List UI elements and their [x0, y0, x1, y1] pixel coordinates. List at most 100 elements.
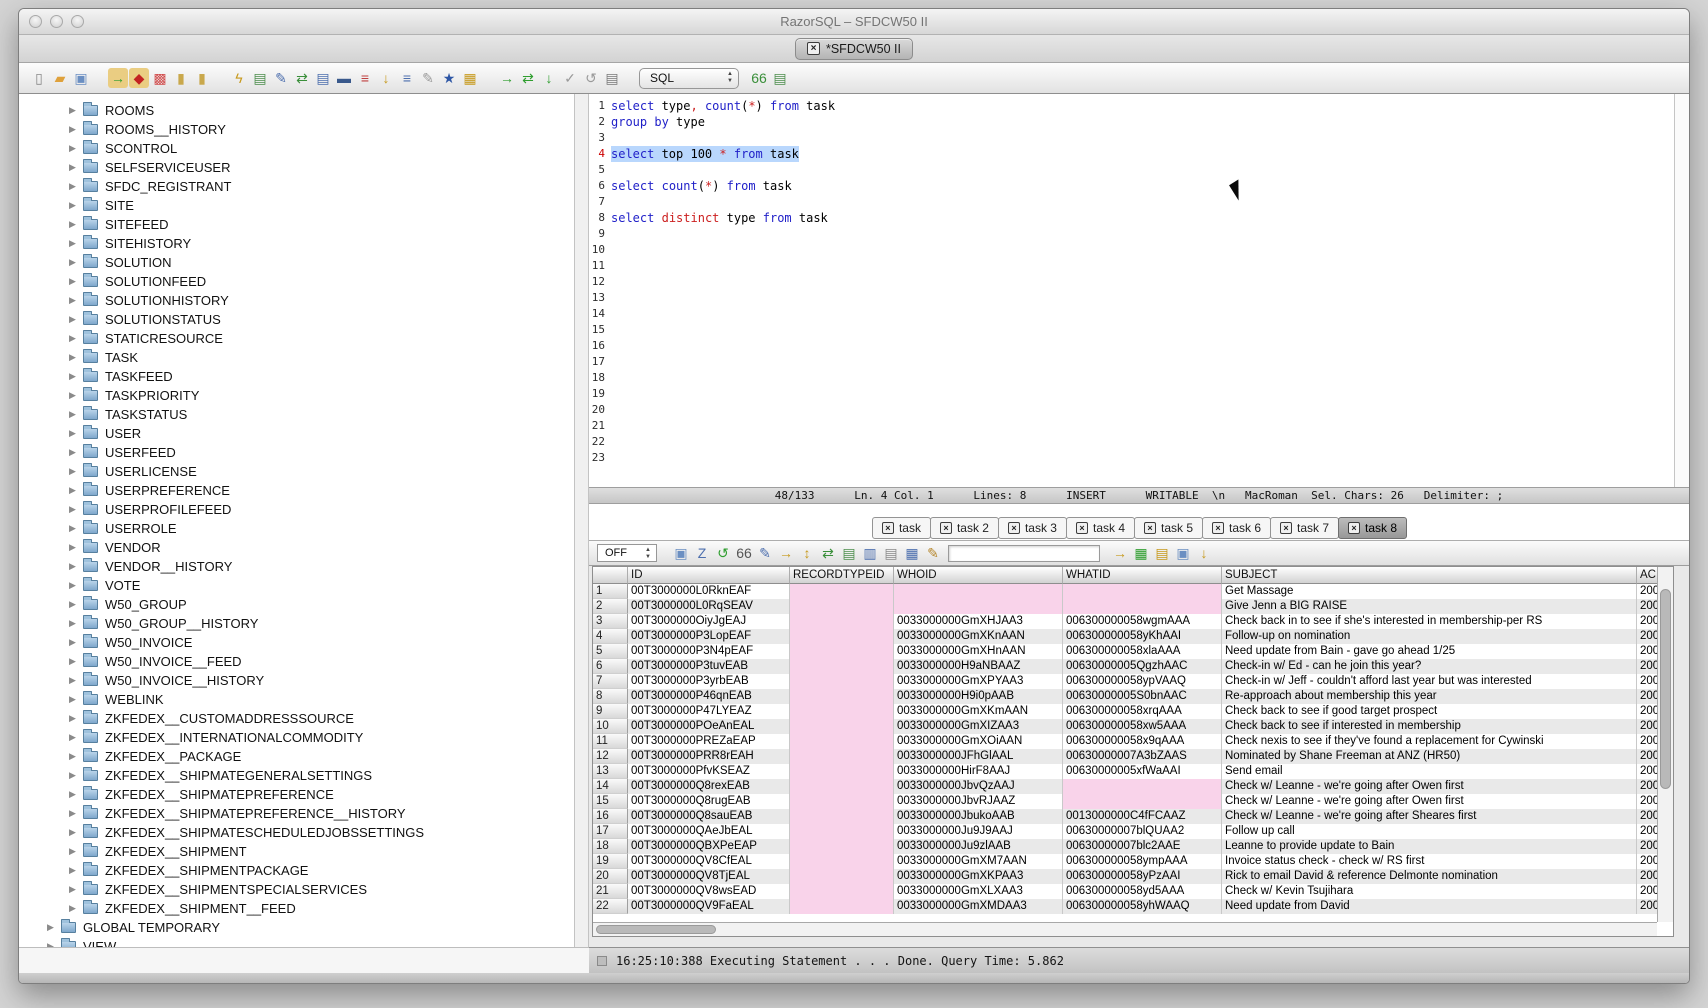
- form-view-icon[interactable]: ▥: [860, 543, 880, 563]
- cell[interactable]: 006300000058ympAAA: [1063, 854, 1222, 869]
- cell[interactable]: 0033000000JFhGlAAL: [894, 749, 1063, 764]
- cell[interactable]: [790, 764, 894, 779]
- tree-item[interactable]: ▶VENDOR__HISTORY: [19, 557, 574, 576]
- tree-item[interactable]: ▶GLOBAL TEMPORARY: [19, 918, 574, 937]
- tree-item[interactable]: ▶W50_GROUP: [19, 595, 574, 614]
- cell[interactable]: Rick to email David & reference Delmonte…: [1222, 869, 1637, 884]
- disclosure-triangle-icon[interactable]: ▶: [69, 865, 83, 876]
- grid-options-icon[interactable]: ▤: [839, 543, 859, 563]
- refresh-table-icon[interactable]: ⇄: [292, 68, 312, 88]
- results-tab[interactable]: ×task 2: [930, 517, 999, 539]
- cell[interactable]: [790, 614, 894, 629]
- cell[interactable]: 2008: [1637, 824, 1659, 839]
- cell[interactable]: 2008: [1637, 719, 1659, 734]
- tree-item[interactable]: ▶VOTE: [19, 576, 574, 595]
- table-row[interactable]: 1100T3000000PREZaEAP0033000000GmXOiAAN00…: [593, 734, 1673, 749]
- cell[interactable]: Check back in to see if she's interested…: [1222, 614, 1637, 629]
- column-header[interactable]: SUBJECT: [1222, 567, 1637, 584]
- cell[interactable]: [790, 629, 894, 644]
- disclosure-triangle-icon[interactable]: ▶: [69, 257, 83, 268]
- format-sql-icon[interactable]: ≡: [397, 68, 417, 88]
- tree-item[interactable]: ▶ZKFEDEX__SHIPMENT__FEED: [19, 899, 574, 918]
- cell[interactable]: 0033000000GmXM7AAN: [894, 854, 1063, 869]
- cell[interactable]: 2008: [1637, 749, 1659, 764]
- table-row[interactable]: 1000T3000000POeAnEAL0033000000GmXIZAA300…: [593, 719, 1673, 734]
- cell[interactable]: 00630000005xfWaAAI: [1063, 764, 1222, 779]
- tree-item[interactable]: ▶ZKFEDEX__SHIPMATESCHEDULEDJOBSSETTINGS: [19, 823, 574, 842]
- scrollbar-thumb[interactable]: [1660, 589, 1671, 789]
- cell[interactable]: 0033000000GmXMDAA3: [894, 899, 1063, 914]
- results-tab[interactable]: ×task 3: [998, 517, 1067, 539]
- table-row[interactable]: 600T3000000P3tuvEAB0033000000H9aNBAAZ006…: [593, 659, 1673, 674]
- reexecute-icon[interactable]: ⇄: [518, 68, 538, 88]
- cell[interactable]: 0033000000HirF8AAJ: [894, 764, 1063, 779]
- save-results-icon[interactable]: ▣: [671, 543, 691, 563]
- tree-item[interactable]: ▶USERPROFILEFEED: [19, 500, 574, 519]
- export-icon[interactable]: ▤: [1152, 543, 1172, 563]
- cell[interactable]: 0033000000H9i0pAAB: [894, 689, 1063, 704]
- cell[interactable]: 006300000058wgmAAA: [1063, 614, 1222, 629]
- save-grid-icon[interactable]: ▣: [1173, 543, 1193, 563]
- copy-results-icon[interactable]: ▤: [881, 543, 901, 563]
- cell[interactable]: 2008: [1637, 644, 1659, 659]
- close-tab-icon[interactable]: ×: [1008, 522, 1020, 534]
- cell[interactable]: [790, 779, 894, 794]
- cell[interactable]: Check back to see if interested in membe…: [1222, 719, 1637, 734]
- disclosure-triangle-icon[interactable]: ▶: [69, 371, 83, 382]
- close-tab-icon[interactable]: ×: [1280, 522, 1292, 534]
- cell[interactable]: [790, 734, 894, 749]
- cell[interactable]: 00T3000000QV9FaEAL: [628, 899, 790, 914]
- tree-item[interactable]: ▶USER: [19, 424, 574, 443]
- tree-item[interactable]: ▶SOLUTIONSTATUS: [19, 310, 574, 329]
- cell[interactable]: 0033000000GmXKPAA3: [894, 869, 1063, 884]
- table-row[interactable]: 1900T3000000QV8CfEAL0033000000GmXM7AAN00…: [593, 854, 1673, 869]
- tree-item[interactable]: ▶W50_INVOICE__FEED: [19, 652, 574, 671]
- tree-item[interactable]: ▶WEBLINK: [19, 690, 574, 709]
- cell[interactable]: 006300000058yd5AAA: [1063, 884, 1222, 899]
- history-icon[interactable]: ▤: [602, 68, 622, 88]
- cell[interactable]: [790, 824, 894, 839]
- cell[interactable]: 00T3000000P47LYEAZ: [628, 704, 790, 719]
- sql-editor[interactable]: 1select type, count(*) from task2group b…: [589, 94, 1689, 487]
- results-tab[interactable]: ×task 5: [1134, 517, 1203, 539]
- table-row[interactable]: 1700T3000000QAeJbEAL0033000000Ju9J9AAJ00…: [593, 824, 1673, 839]
- statement-type-select[interactable]: SQL ▲▼: [639, 68, 739, 89]
- cell[interactable]: [790, 599, 894, 614]
- cell[interactable]: Check w/ Kevin Tsujihara: [1222, 884, 1637, 899]
- tree-item[interactable]: ▶USERFEED: [19, 443, 574, 462]
- disclosure-triangle-icon[interactable]: ▶: [69, 238, 83, 249]
- cell[interactable]: 00T3000000P3LopEAF: [628, 629, 790, 644]
- cell[interactable]: 00T3000000PREZaEAP: [628, 734, 790, 749]
- disclosure-triangle-icon[interactable]: ▶: [69, 770, 83, 781]
- cell[interactable]: 2008: [1637, 674, 1659, 689]
- database-icon[interactable]: ▮: [192, 68, 212, 88]
- cell[interactable]: 00T3000000Q8rexEAB: [628, 779, 790, 794]
- docs-book-icon[interactable]: ▬: [334, 68, 354, 88]
- column-header[interactable]: AC: [1637, 567, 1659, 584]
- tree-item[interactable]: ▶ZKFEDEX__SHIPMENTPACKAGE: [19, 861, 574, 880]
- cell[interactable]: 0033000000GmXKnAAN: [894, 629, 1063, 644]
- cell[interactable]: 0033000000GmXKmAAN: [894, 704, 1063, 719]
- download-icon[interactable]: ↓: [1194, 543, 1214, 563]
- disclosure-triangle-icon[interactable]: ▶: [69, 846, 83, 857]
- cell[interactable]: Need update from David: [1222, 899, 1637, 914]
- cell[interactable]: 2008: [1637, 704, 1659, 719]
- tree-item[interactable]: ▶TASKPRIORITY: [19, 386, 574, 405]
- new-file-icon[interactable]: ▯: [29, 68, 49, 88]
- cell[interactable]: 2008: [1637, 659, 1659, 674]
- disclosure-triangle-icon[interactable]: ▶: [69, 580, 83, 591]
- close-tab-icon[interactable]: ×: [807, 42, 820, 55]
- cell[interactable]: [790, 719, 894, 734]
- cell[interactable]: 2008: [1637, 839, 1659, 854]
- disclosure-triangle-icon[interactable]: ▶: [69, 561, 83, 572]
- disclosure-triangle-icon[interactable]: ▶: [69, 314, 83, 325]
- tree-item[interactable]: ▶W50_INVOICE: [19, 633, 574, 652]
- tree-item[interactable]: ▶SELFSERVICEUSER: [19, 158, 574, 177]
- cell[interactable]: [790, 644, 894, 659]
- cell[interactable]: 00T3000000P3tuvEAB: [628, 659, 790, 674]
- log-icon[interactable]: ▤: [313, 68, 333, 88]
- cell[interactable]: 00T3000000Q8sauEAB: [628, 809, 790, 824]
- edit-cell-icon[interactable]: ✎: [755, 543, 775, 563]
- tree-item[interactable]: ▶ZKFEDEX__CUSTOMADDRESSSOURCE: [19, 709, 574, 728]
- table-row[interactable]: 800T3000000P46qnEAB0033000000H9i0pAAB006…: [593, 689, 1673, 704]
